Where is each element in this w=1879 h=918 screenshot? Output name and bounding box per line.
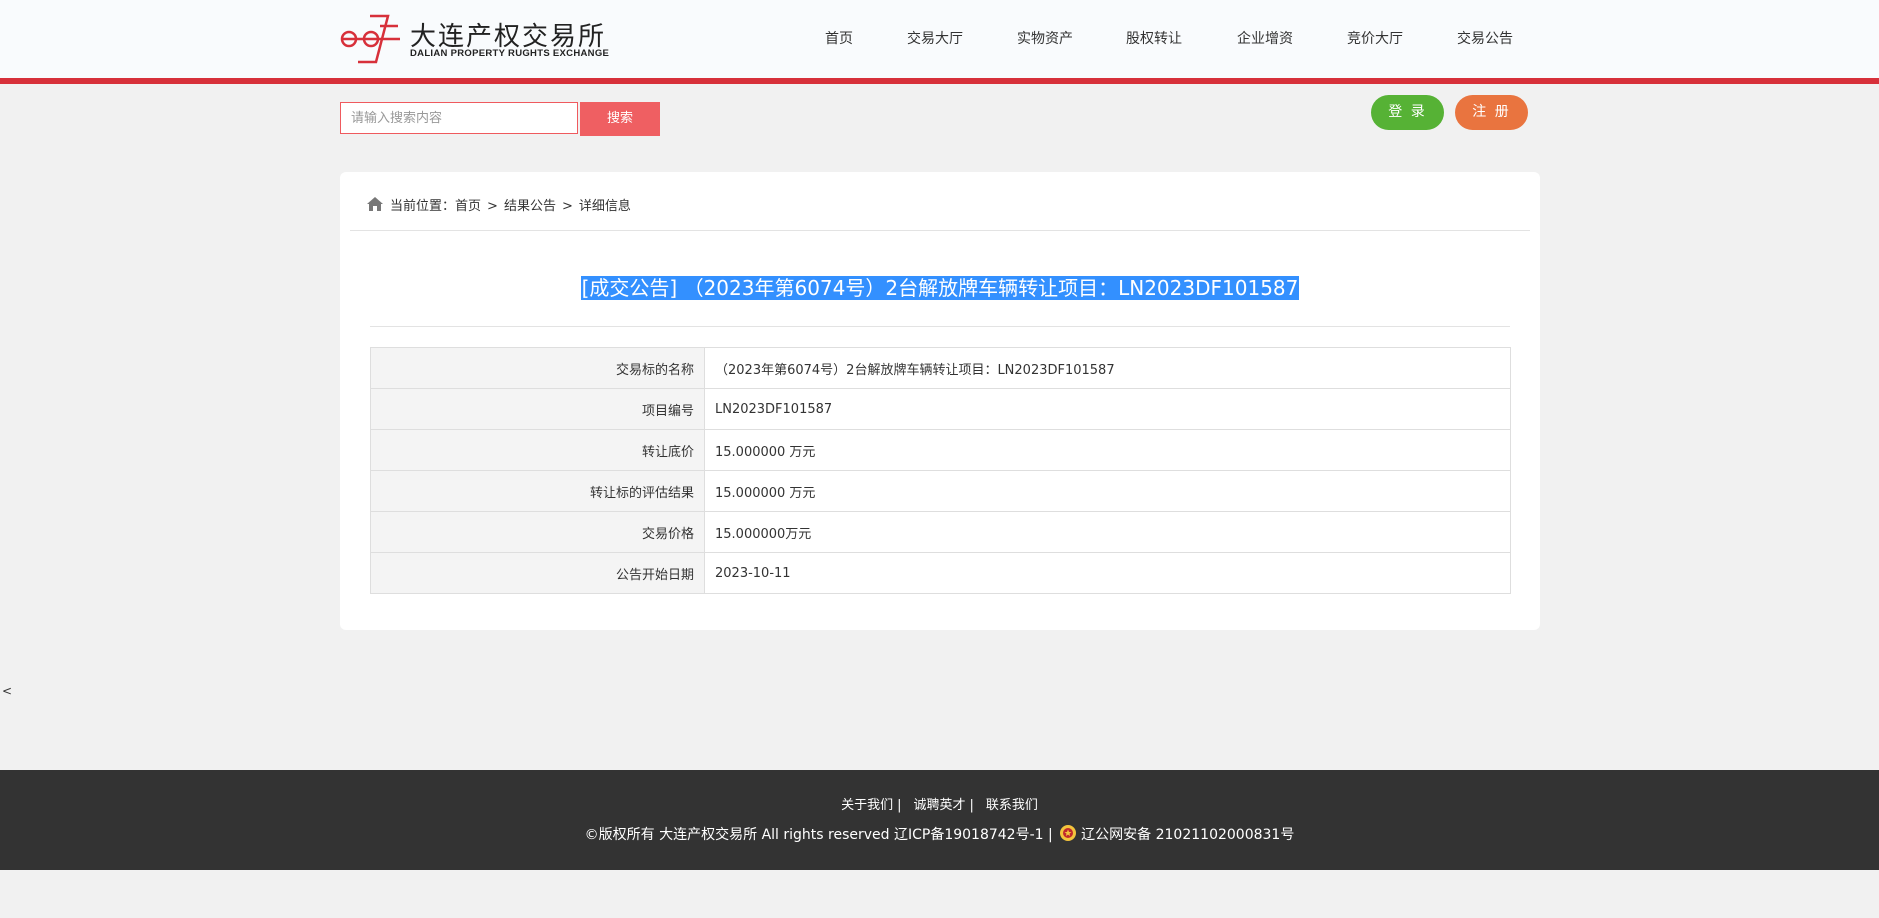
- page-title: [成交公告] （2023年第6074号）2台解放牌车辆转让项目：LN2023DF…: [580, 276, 1300, 300]
- row-value: LN2023DF101587: [704, 388, 1511, 430]
- footer-links: 关于我们 | 诚聘英才 | 联系我们: [0, 794, 1879, 813]
- nav-item-capital-increase[interactable]: 企业增资: [1237, 28, 1293, 48]
- row-label: 公告开始日期: [370, 552, 705, 594]
- breadcrumb-prefix: 当前位置：: [390, 199, 456, 214]
- breadcrumb-current: 详细信息: [578, 199, 631, 214]
- footer-copyright-line: ©版权所有 大连产权交易所 All rights reserved 辽ICP备1…: [0, 824, 1879, 844]
- site-logo[interactable]: 大连产权交易所 DALIAN PROPERTY RUGHTS EXCHANGE: [340, 14, 610, 64]
- police-badge-icon: [1060, 825, 1077, 841]
- nav-item-physical-assets[interactable]: 实物资产: [1017, 28, 1073, 48]
- table-row: 项目编号 LN2023DF101587: [370, 388, 1511, 430]
- footer-link-separator: |: [969, 798, 974, 813]
- table-row: 转让底价 15.000000 万元: [370, 429, 1511, 471]
- table-row: 交易价格 15.000000万元: [370, 511, 1511, 553]
- breadcrumb-divider: [350, 230, 1530, 231]
- table-row: 交易标的名称 （2023年第6074号）2台解放牌车辆转让项目：LN2023DF…: [370, 347, 1511, 389]
- detail-table: 交易标的名称 （2023年第6074号）2台解放牌车辆转让项目：LN2023DF…: [370, 347, 1511, 594]
- row-value: （2023年第6074号）2台解放牌车辆转让项目：LN2023DF101587: [704, 347, 1511, 389]
- site-footer: 关于我们 | 诚聘英才 | 联系我们 ©版权所有 大连产权交易所 All rights …: [0, 770, 1879, 870]
- footer-link-contact[interactable]: 联系我们: [986, 798, 1038, 813]
- table-row: 转让标的评估结果 15.000000 万元: [370, 470, 1511, 512]
- row-label: 交易价格: [370, 511, 705, 553]
- table-row: 公告开始日期 2023-10-11: [370, 552, 1511, 594]
- search-button[interactable]: 搜索: [580, 102, 660, 136]
- nav-item-home[interactable]: 首页: [825, 28, 853, 48]
- home-icon: [367, 197, 383, 211]
- row-label: 项目编号: [370, 388, 705, 430]
- login-button[interactable]: 登 录: [1371, 95, 1444, 130]
- police-record-link[interactable]: 辽公网安备 21021102000831号: [1081, 827, 1294, 843]
- logo-english-name: DALIAN PROPERTY RUGHTS EXCHANGE: [410, 48, 610, 59]
- page-title-wrapper: [成交公告] （2023年第6074号）2台解放牌车辆转让项目：LN2023DF…: [340, 276, 1540, 300]
- nav-item-announcements[interactable]: 交易公告: [1457, 28, 1513, 48]
- logo-mark-icon: [340, 14, 400, 64]
- site-header: 大连产权交易所 DALIAN PROPERTY RUGHTS EXCHANGE …: [0, 0, 1879, 78]
- stray-text: <: [2, 684, 13, 698]
- title-divider: [370, 326, 1510, 327]
- nav-item-trading-hall[interactable]: 交易大厅: [907, 28, 963, 48]
- copyright-text: ©版权所有 大连产权交易所 All rights reserved 辽ICP备1…: [584, 827, 1053, 843]
- breadcrumb-separator: >: [561, 199, 573, 214]
- footer-link-separator: |: [897, 798, 902, 813]
- row-label: 转让底价: [370, 429, 705, 471]
- footer-link-careers[interactable]: 诚聘英才: [913, 798, 965, 813]
- search-input[interactable]: [340, 102, 578, 134]
- row-label: 交易标的名称: [370, 347, 705, 389]
- register-button[interactable]: 注 册: [1455, 95, 1528, 130]
- row-value: 15.000000 万元: [704, 429, 1511, 471]
- row-label: 转让标的评估结果: [370, 470, 705, 512]
- row-value: 2023-10-11: [704, 552, 1511, 594]
- row-value: 15.000000万元: [704, 511, 1511, 553]
- nav-item-auction-hall[interactable]: 竞价大厅: [1347, 28, 1403, 48]
- breadcrumb: 当前位置：首页 > 结果公告 > 详细信息: [366, 196, 631, 216]
- nav-item-equity-transfer[interactable]: 股权转让: [1126, 28, 1182, 48]
- header-accent-bar: [0, 78, 1879, 84]
- row-value: 15.000000 万元: [704, 470, 1511, 512]
- breadcrumb-home[interactable]: 首页: [455, 199, 481, 214]
- footer-link-about[interactable]: 关于我们: [841, 798, 893, 813]
- breadcrumb-separator: >: [487, 199, 498, 214]
- detail-card: 当前位置：首页 > 结果公告 > 详细信息 [成交公告] （2023年第6074号）2台…: [340, 172, 1540, 630]
- breadcrumb-results[interactable]: 结果公告: [504, 199, 556, 214]
